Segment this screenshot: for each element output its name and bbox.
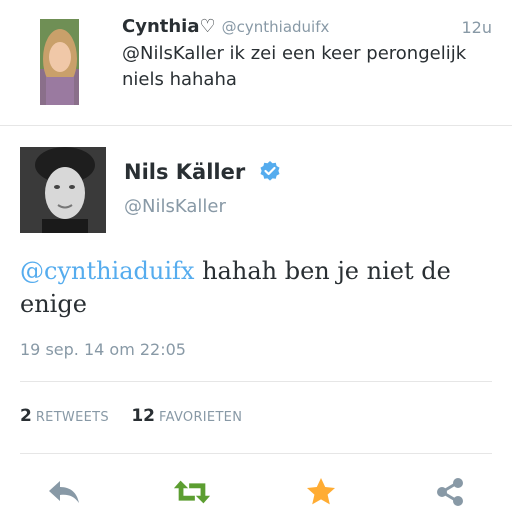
tweet-stats: 2 RETWEETS 12 FAVORIETEN xyxy=(20,406,260,426)
main-author-name[interactable]: Nils Käller xyxy=(124,160,281,187)
reply-author-name[interactable]: Cynthia♡ xyxy=(122,16,216,37)
reply-timestamp: 12u xyxy=(461,18,493,37)
reply-button[interactable] xyxy=(44,474,84,510)
main-author-handle[interactable]: @NilsKaller xyxy=(124,196,226,217)
main-tweet-date: 19 sep. 14 om 22:05 xyxy=(20,340,186,359)
retweet-icon xyxy=(173,480,211,504)
favorites-label: FAVORIETEN xyxy=(159,410,243,425)
favorites-count: 12 xyxy=(131,406,156,426)
main-tweet-text: @cynthiaduifx hahah ben je niet de enige xyxy=(20,255,500,321)
favorites-stat[interactable]: 12 FAVORIETEN xyxy=(131,406,243,426)
share-icon xyxy=(437,478,463,506)
reply-tweet-text: @NilsKaller ik zei een keer perongelijk … xyxy=(122,43,467,90)
verified-badge-icon xyxy=(259,160,281,187)
mention-link[interactable]: @cynthiaduifx xyxy=(20,257,194,285)
cynthia-avatar[interactable] xyxy=(40,19,79,105)
favorite-button[interactable] xyxy=(301,474,341,510)
reply-tweet[interactable]: Cynthia♡ @cynthiaduifx 12u @NilsKaller ik… xyxy=(0,0,512,126)
nils-avatar[interactable] xyxy=(20,147,106,233)
action-bar xyxy=(0,468,512,512)
divider xyxy=(20,453,492,454)
retweet-button[interactable] xyxy=(172,474,212,510)
retweets-stat[interactable]: 2 RETWEETS xyxy=(20,406,109,426)
reply-icon xyxy=(49,481,79,503)
retweets-label: RETWEETS xyxy=(35,410,109,425)
star-icon xyxy=(307,478,335,505)
retweets-count: 2 xyxy=(20,406,32,426)
reply-author-handle[interactable]: @cynthiaduifx xyxy=(222,18,330,36)
divider xyxy=(20,381,492,382)
share-button[interactable] xyxy=(430,474,470,510)
